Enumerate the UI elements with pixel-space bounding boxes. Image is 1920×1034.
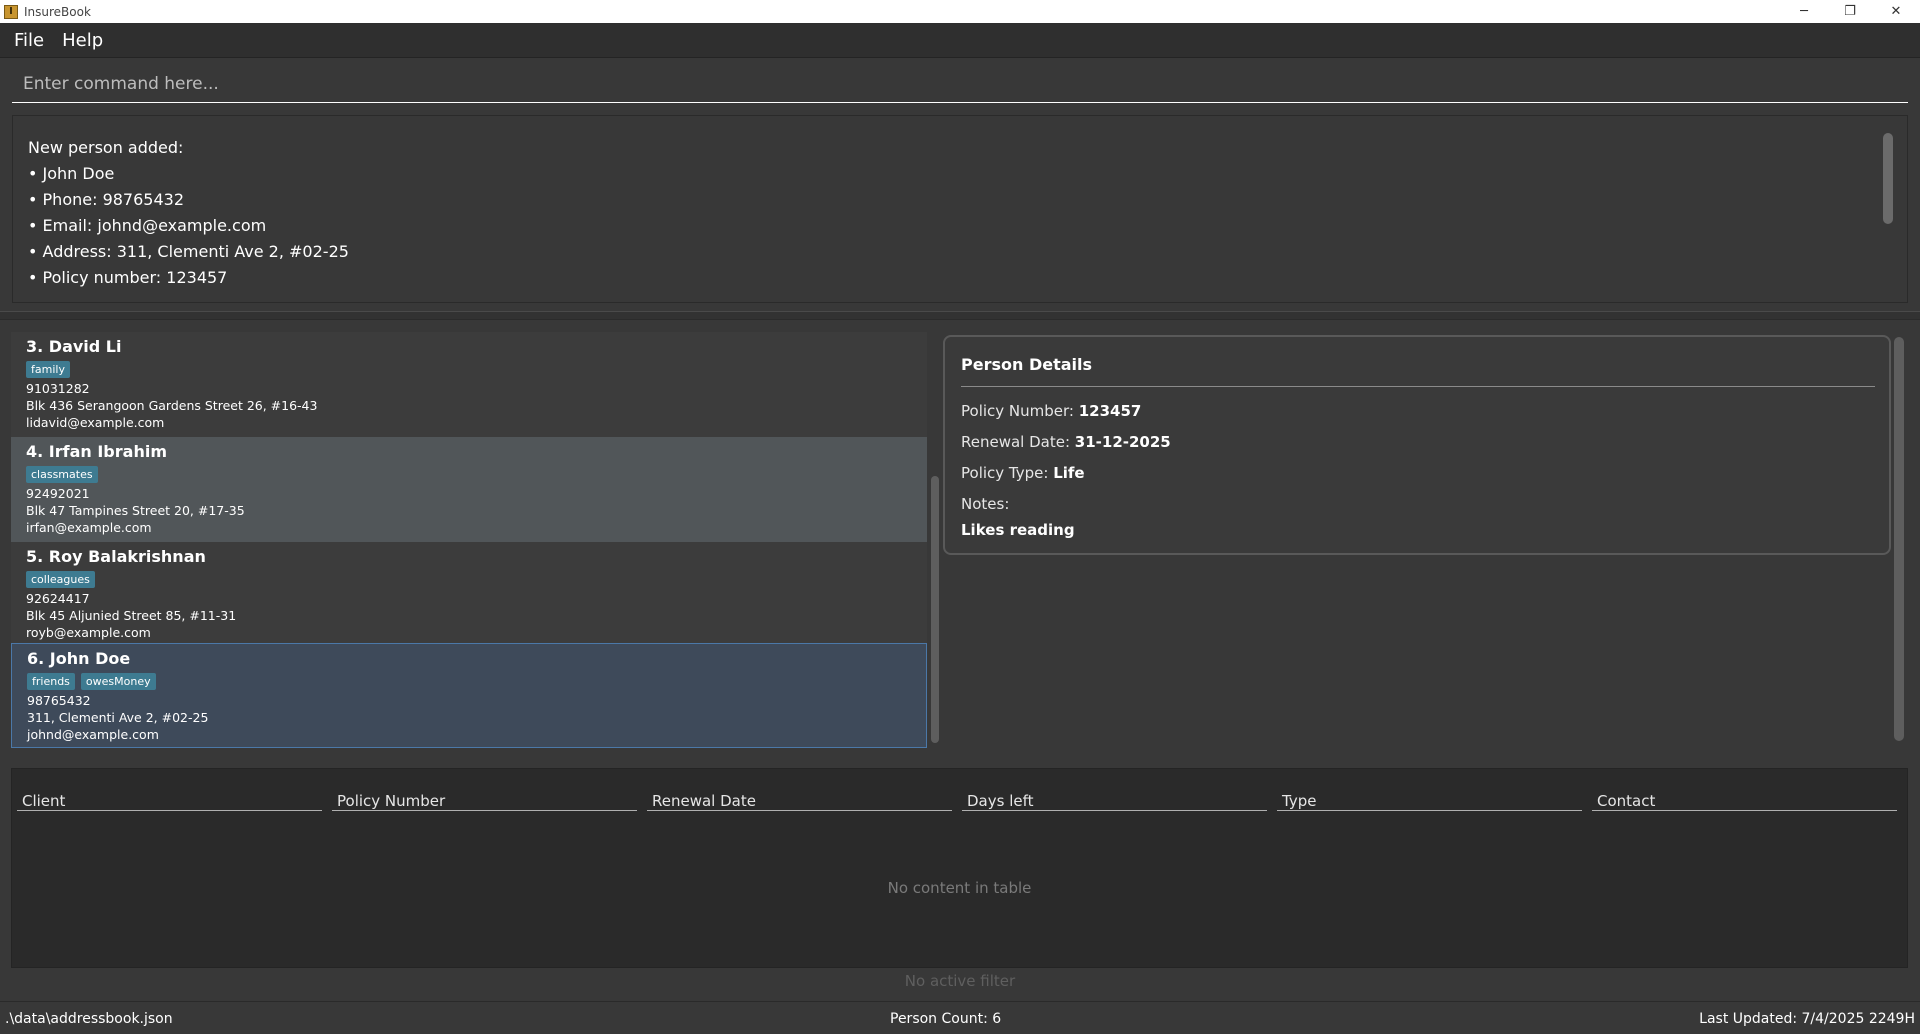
split-divider[interactable] xyxy=(0,311,1920,320)
policy-type-row: Policy Type: Life xyxy=(961,464,1889,482)
column-days-left[interactable]: Days left xyxy=(962,781,1267,811)
tag-label: friends xyxy=(27,673,75,690)
person-address: Blk 45 Aljunied Street 85, #11-31 xyxy=(26,608,237,623)
person-email: lidavid@example.com xyxy=(26,415,165,430)
renewal-date-value: 31-12-2025 xyxy=(1074,433,1171,451)
person-address: Blk 436 Serangoon Gardens Street 26, #16… xyxy=(26,398,318,413)
person-email: irfan@example.com xyxy=(26,520,152,535)
result-line: • John Doe xyxy=(28,164,115,183)
column-policy-number[interactable]: Policy Number xyxy=(332,781,637,811)
result-line: • Phone: 98765432 xyxy=(28,190,184,209)
person-card-selected[interactable]: 6. John Doe friends owesMoney 98765432 3… xyxy=(11,643,927,748)
column-type[interactable]: Type xyxy=(1277,781,1582,811)
person-email: johnd@example.com xyxy=(27,727,159,742)
renewal-date-label: Renewal Date: xyxy=(961,433,1071,451)
tag-label: colleagues xyxy=(26,571,95,588)
window-title: InsureBook xyxy=(24,4,91,19)
renewal-date-row: Renewal Date: 31-12-2025 xyxy=(961,433,1889,451)
person-phone: 91031282 xyxy=(26,381,90,396)
result-display: New person added: • John Doe • Phone: 98… xyxy=(12,115,1908,303)
status-bar: .\data\addressbook.json Person Count: 6 … xyxy=(0,1001,1920,1034)
column-client[interactable]: Client xyxy=(17,781,322,811)
person-name: 4. Irfan Ibrahim xyxy=(26,442,167,461)
person-phone: 92492021 xyxy=(26,486,90,501)
close-icon[interactable]: ✕ xyxy=(1873,0,1919,23)
maximize-icon[interactable]: ❐ xyxy=(1827,0,1873,23)
details-scrollbar[interactable] xyxy=(1894,337,1904,741)
column-renewal-date[interactable]: Renewal Date xyxy=(647,781,952,811)
tag-label: owesMoney xyxy=(80,673,156,690)
result-line: • Policy number: 123457 xyxy=(28,268,228,287)
table-empty-message: No content in table xyxy=(887,879,1032,897)
person-phone: 98765432 xyxy=(27,693,91,708)
result-scrollbar[interactable] xyxy=(1883,133,1893,224)
menu-help[interactable]: Help xyxy=(62,30,103,51)
person-list-scrollbar[interactable] xyxy=(931,476,939,743)
person-phone: 92624417 xyxy=(26,591,90,606)
result-line: • Address: 311, Clementi Ave 2, #02-25 xyxy=(28,242,349,261)
filter-status: No active filter xyxy=(904,972,1016,990)
person-address: 311, Clementi Ave 2, #02-25 xyxy=(27,710,209,725)
person-name: 5. Roy Balakrishnan xyxy=(26,547,206,566)
status-person-count: Person Count: 6 xyxy=(890,1011,1002,1027)
person-card[interactable]: 3. David Li family 91031282 Blk 436 Sera… xyxy=(11,332,927,437)
result-line: • Email: johnd@example.com xyxy=(28,216,267,235)
person-name: 6. John Doe xyxy=(27,649,131,668)
window-title-bar: I InsureBook ─ ❐ ✕ xyxy=(0,0,1920,23)
person-details-panel: Person Details Policy Number: 123457 Ren… xyxy=(943,335,1891,555)
person-list: 3. David Li family 91031282 Blk 436 Sera… xyxy=(11,332,927,748)
person-address: Blk 47 Tampines Street 20, #17-35 xyxy=(26,503,245,518)
policy-number-value: 123457 xyxy=(1078,402,1142,420)
policy-type-label: Policy Type: xyxy=(961,464,1049,482)
notes-value: Likes reading xyxy=(961,521,1075,539)
tag-label: classmates xyxy=(26,466,98,483)
command-box xyxy=(12,65,1908,103)
policy-number-row: Policy Number: 123457 xyxy=(961,402,1889,420)
app-icon: I xyxy=(4,4,18,19)
result-line: New person added: xyxy=(28,138,184,157)
details-heading: Person Details xyxy=(961,355,1875,387)
person-card[interactable]: 4. Irfan Ibrahim classmates 92492021 Blk… xyxy=(11,437,927,542)
status-file-path: .\data\addressbook.json xyxy=(5,1011,173,1027)
command-input[interactable] xyxy=(12,65,1908,102)
menu-bar: File Help xyxy=(0,23,1920,58)
policy-number-label: Policy Number: xyxy=(961,402,1074,420)
menu-file[interactable]: File xyxy=(14,30,44,51)
tag-label: family xyxy=(26,361,70,378)
policy-table: Client Policy Number Renewal Date Days l… xyxy=(11,768,1908,968)
status-last-updated: Last Updated: 7/4/2025 2249H xyxy=(1699,1011,1915,1027)
column-contact[interactable]: Contact xyxy=(1592,781,1897,811)
person-name: 3. David Li xyxy=(26,337,122,356)
person-email: royb@example.com xyxy=(26,625,151,640)
policy-type-value: Life xyxy=(1053,464,1085,482)
notes-label: Notes: xyxy=(961,495,1010,513)
minimize-icon[interactable]: ─ xyxy=(1781,0,1827,23)
person-card[interactable]: 5. Roy Balakrishnan colleagues 92624417 … xyxy=(11,542,927,647)
